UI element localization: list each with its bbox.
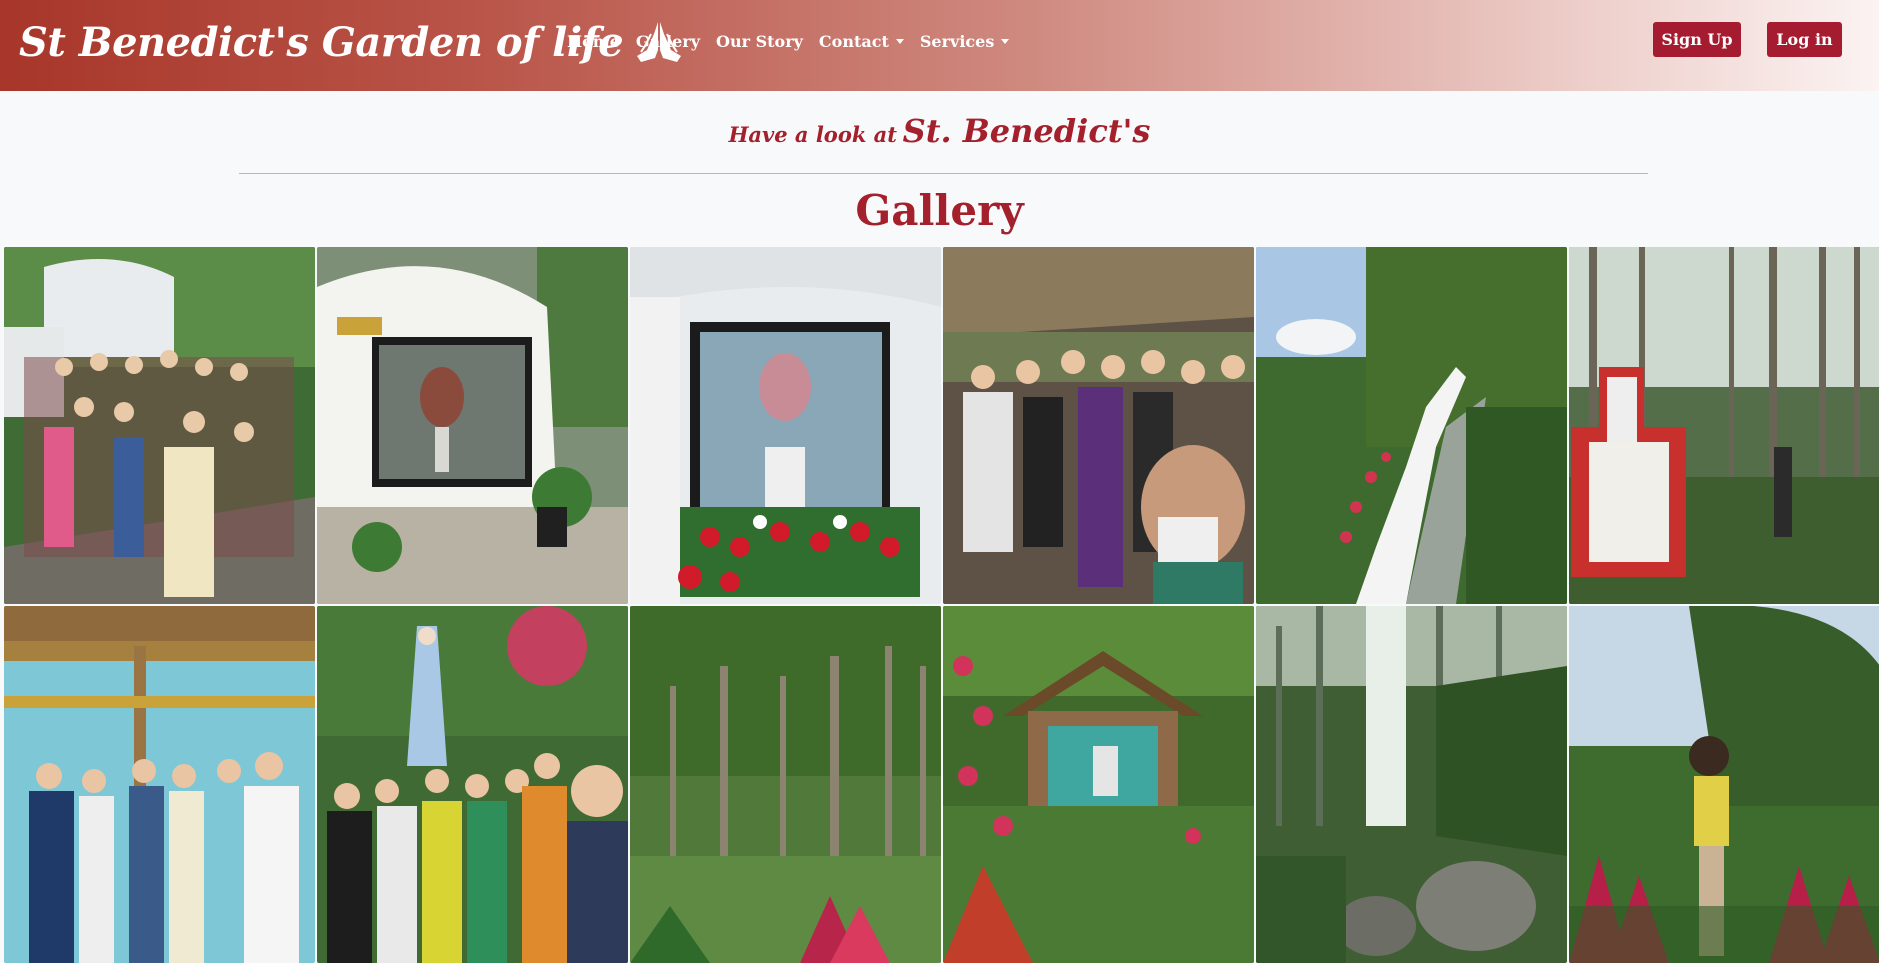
photo-group-chapel (4, 606, 315, 963)
photo-garden-path (1256, 247, 1567, 604)
divider (239, 173, 1648, 174)
nav-home-label: Home (567, 31, 620, 51)
subtitle-name: St. Benedict's (902, 112, 1151, 150)
brand-title[interactable]: St Benedict's Garden of life (19, 19, 624, 66)
subtitle-prefix: Have a look at (728, 122, 897, 147)
photo-forest-trees (630, 606, 941, 963)
caret-down-icon (895, 38, 904, 44)
gallery-subtitle: Have a look at St. Benedict's (0, 112, 1879, 150)
gallery-photo[interactable] (1256, 606, 1567, 963)
photo-shrine-flowers (630, 247, 941, 604)
nav-our-story-label: Our Story (716, 31, 803, 51)
gallery-photo[interactable] (943, 247, 1254, 604)
photo-waterfall-rocks (1256, 606, 1567, 963)
nav-our-story[interactable]: Our Story (716, 32, 803, 51)
gallery-photo[interactable] (317, 606, 628, 963)
navbar: St Benedict's Garden of life Home Galler… (0, 0, 1879, 91)
gallery-photo[interactable] (1256, 247, 1567, 604)
sign-up-button[interactable]: Sign Up (1653, 22, 1741, 57)
caret-down-icon (1001, 38, 1010, 44)
nav-gallery-label: Gallery (635, 31, 700, 51)
gallery-photo[interactable] (4, 247, 315, 604)
gallery-photo[interactable] (943, 606, 1254, 963)
nav-services-dropdown[interactable]: Services (919, 31, 1010, 51)
gallery-photo[interactable] (317, 247, 628, 604)
main-nav: Home Gallery Our Story Contact Services (567, 27, 1025, 55)
gallery-photo[interactable] (1569, 247, 1879, 604)
photo-group-mary-statue (317, 606, 628, 963)
nav-gallery[interactable]: Gallery (636, 32, 700, 51)
page-title: Gallery (855, 186, 1024, 235)
gallery-photo[interactable] (630, 606, 941, 963)
gallery-photo[interactable] (630, 247, 941, 604)
nav-home[interactable]: Home (567, 32, 620, 51)
photo-woman-garden (1569, 606, 1879, 963)
nav-services-label: Services (919, 31, 995, 51)
gallery-photo[interactable] (1569, 606, 1879, 963)
log-in-button[interactable]: Log in (1767, 22, 1842, 57)
photo-group-tent (943, 247, 1254, 604)
nav-contact-dropdown[interactable]: Contact (819, 32, 904, 51)
photo-grid (4, 247, 1879, 963)
gallery-photo[interactable] (4, 606, 315, 963)
nav-contact-label: Contact (818, 31, 889, 51)
photo-group-stairs (4, 247, 315, 604)
photo-shrine-window (317, 247, 628, 604)
photo-garden-hut (943, 606, 1254, 963)
photo-forest-cross (1569, 247, 1879, 604)
